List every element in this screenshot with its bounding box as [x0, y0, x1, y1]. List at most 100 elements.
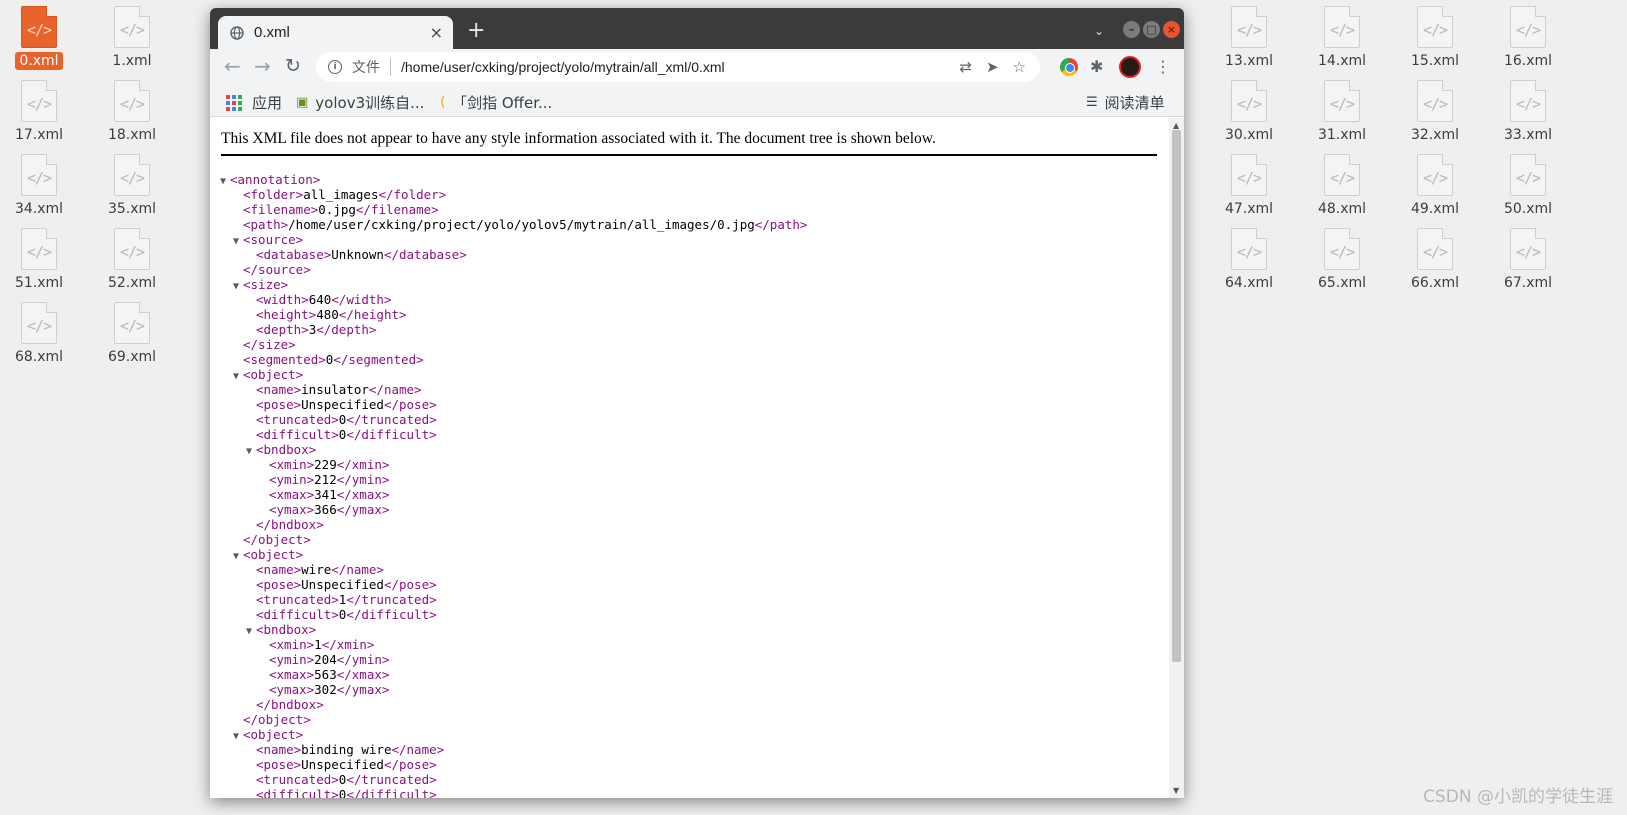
- desktop-file-label: 52.xml: [107, 275, 157, 291]
- xml-line[interactable]: ▼ <bndbox>: [220, 442, 1160, 457]
- xml-close-tag: </bndbox>: [256, 697, 324, 712]
- desktop-file-52-xml[interactable]: </> 52.xml: [93, 222, 171, 292]
- xml-line[interactable]: ▼ <bndbox>: [220, 622, 1160, 637]
- back-arrow-icon[interactable]: ←: [224, 56, 241, 76]
- xml-line[interactable]: ▼ <annotation>: [220, 172, 1160, 187]
- desktop-file-50-xml[interactable]: </> 50.xml: [1489, 148, 1567, 218]
- more-menu-icon[interactable]: ⋮: [1155, 57, 1171, 76]
- scroll-up-arrow-icon[interactable]: ▲: [1173, 121, 1179, 130]
- desktop-file-16-xml[interactable]: </> 16.xml: [1489, 0, 1567, 70]
- desktop-file-label: 64.xml: [1224, 275, 1274, 291]
- xml-info-header: This XML file does not appear to have an…: [221, 130, 1157, 156]
- desktop-file-32-xml[interactable]: </> 32.xml: [1396, 74, 1474, 144]
- desktop-file-33-xml[interactable]: </> 33.xml: [1489, 74, 1567, 144]
- xml-open-tag: <folder>: [243, 187, 304, 202]
- vertical-scrollbar[interactable]: ▲ ▼: [1169, 118, 1184, 798]
- reload-icon[interactable]: ↻: [285, 56, 301, 76]
- tab-search-chevron-icon[interactable]: ⌄: [1094, 24, 1104, 38]
- desktop-file-51-xml[interactable]: </> 51.xml: [0, 222, 78, 292]
- desktop-file-65-xml[interactable]: </> 65.xml: [1303, 222, 1381, 292]
- desktop-file-49-xml[interactable]: </> 49.xml: [1396, 148, 1474, 218]
- xml-open-tag: <path>: [243, 217, 289, 232]
- desktop-file-15-xml[interactable]: </> 15.xml: [1396, 0, 1474, 70]
- desktop-file-47-xml[interactable]: </> 47.xml: [1210, 148, 1288, 218]
- bookmark-apps[interactable]: 应用: [226, 92, 282, 113]
- desktop-file-66-xml[interactable]: </> 66.xml: [1396, 222, 1474, 292]
- puzzle-extensions-icon[interactable]: ✱: [1090, 57, 1103, 76]
- xml-open-tag: <pose>: [256, 577, 302, 592]
- new-tab-button[interactable]: +: [467, 20, 485, 42]
- profile-avatar[interactable]: [1119, 56, 1141, 78]
- xml-text-value: all_images: [303, 187, 379, 202]
- browser-window: 0.xml × + ⌄ – □ × ← → ↻ i 文件 /home/user/…: [210, 8, 1184, 798]
- desktop-file-0-xml[interactable]: </> 0.xml: [0, 0, 78, 70]
- tab-close-icon[interactable]: ×: [430, 23, 443, 42]
- desktop-file-35-xml[interactable]: </> 35.xml: [93, 148, 171, 218]
- xml-line: <ymin>204</ymin>: [220, 652, 1160, 667]
- scroll-down-arrow-icon[interactable]: ▼: [1173, 786, 1179, 795]
- desktop-file-18-xml[interactable]: </> 18.xml: [93, 74, 171, 144]
- xml-line: <height>480</height>: [220, 307, 1160, 322]
- xml-close-tag: </object>: [243, 712, 311, 727]
- xml-text-value: 366: [314, 502, 337, 517]
- tab-0-xml[interactable]: 0.xml ×: [218, 16, 453, 49]
- xml-text-value: 212: [314, 472, 337, 487]
- desktop-file-30-xml[interactable]: </> 30.xml: [1210, 74, 1288, 144]
- desktop-file-69-xml[interactable]: </> 69.xml: [93, 296, 171, 366]
- xml-open-tag: <bndbox>: [256, 442, 317, 457]
- xml-open-tag: <name>: [256, 382, 302, 397]
- xml-open-tag: <depth>: [256, 322, 309, 337]
- xml-line: <pose>Unspecified</pose>: [220, 397, 1160, 412]
- bookmark-yolov3[interactable]: ▣ yolov3训练自...: [296, 92, 424, 113]
- xml-line[interactable]: ▼ <object>: [220, 367, 1160, 382]
- title-bar[interactable]: 0.xml × + ⌄ – □ ×: [210, 8, 1184, 49]
- reading-list[interactable]: ☰ 阅读清单: [1086, 92, 1165, 113]
- xml-line: <ymax>302</ymax>: [220, 682, 1160, 697]
- xml-line[interactable]: ▼ <size>: [220, 277, 1160, 292]
- translate-icon[interactable]: ⇄: [959, 58, 972, 76]
- close-window-button[interactable]: ×: [1163, 21, 1180, 38]
- xml-close-tag: </xmin>: [321, 637, 375, 652]
- xml-text-value: 0.jpg: [318, 202, 356, 217]
- xml-line[interactable]: ▼ <source>: [220, 232, 1160, 247]
- desktop-file-31-xml[interactable]: </> 31.xml: [1303, 74, 1381, 144]
- bookmark-star-icon[interactable]: ☆: [1013, 58, 1026, 76]
- xml-close-tag: </truncated>: [346, 592, 437, 607]
- desktop-file-label: 17.xml: [14, 127, 64, 143]
- xml-close-tag: </xmax>: [336, 487, 390, 502]
- desktop-file-label: 48.xml: [1317, 201, 1367, 217]
- desktop-file-17-xml[interactable]: </> 17.xml: [0, 74, 78, 144]
- bookmark-jianzhi-offer[interactable]: ⟨ 「剑指 Offer...: [440, 92, 552, 113]
- xml-close-tag: </name>: [391, 742, 445, 757]
- xml-line[interactable]: ▼ <object>: [220, 547, 1160, 562]
- desktop-file-48-xml[interactable]: </> 48.xml: [1303, 148, 1381, 218]
- xml-close-tag: </truncated>: [346, 412, 437, 427]
- scrollbar-thumb[interactable]: [1172, 130, 1181, 662]
- info-icon[interactable]: i: [328, 60, 342, 74]
- xml-file-icon: </>: [21, 6, 57, 48]
- desktop-file-68-xml[interactable]: </> 68.xml: [0, 296, 78, 366]
- forward-arrow-icon[interactable]: →: [254, 56, 271, 76]
- xml-file-icon: </>: [1417, 80, 1453, 122]
- xml-text-value: 302: [314, 682, 337, 697]
- xml-line: <ymin>212</ymin>: [220, 472, 1160, 487]
- xml-text-value: 480: [316, 307, 339, 322]
- xml-close-tag: </xmin>: [336, 457, 390, 472]
- xml-line: <name>binding wire</name>: [220, 742, 1160, 757]
- desktop-file-67-xml[interactable]: </> 67.xml: [1489, 222, 1567, 292]
- address-bar[interactable]: i 文件 /home/user/cxking/project/yolo/mytr…: [316, 52, 1040, 82]
- desktop-file-13-xml[interactable]: </> 13.xml: [1210, 0, 1288, 70]
- desktop-file-34-xml[interactable]: </> 34.xml: [0, 148, 78, 218]
- send-icon[interactable]: ➤: [986, 58, 999, 76]
- desktop-file-14-xml[interactable]: </> 14.xml: [1303, 0, 1381, 70]
- xml-line[interactable]: ▼ <object>: [220, 727, 1160, 742]
- chrome-extension-icon[interactable]: [1060, 58, 1078, 76]
- url-text[interactable]: /home/user/cxking/project/yolo/mytrain/a…: [401, 59, 959, 75]
- minimize-button[interactable]: –: [1123, 21, 1140, 38]
- desktop-file-1-xml[interactable]: </> 1.xml: [93, 0, 171, 70]
- xml-open-tag: <ymax>: [269, 682, 315, 697]
- xml-open-tag: <name>: [256, 742, 302, 757]
- maximize-button[interactable]: □: [1143, 21, 1160, 38]
- desktop-file-64-xml[interactable]: </> 64.xml: [1210, 222, 1288, 292]
- xml-line: <xmin>229</xmin>: [220, 457, 1160, 472]
